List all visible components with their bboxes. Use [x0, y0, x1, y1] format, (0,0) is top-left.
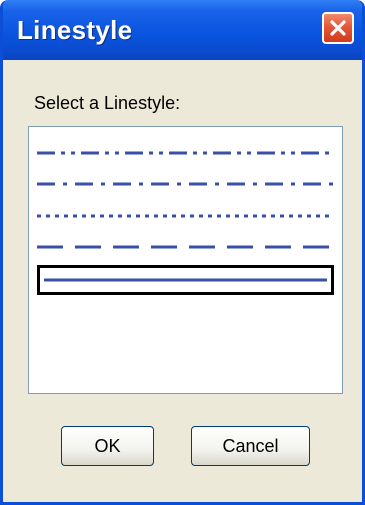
title-bar[interactable]: Linestyle [3, 0, 362, 60]
close-icon [330, 20, 346, 36]
cancel-button[interactable]: Cancel [191, 426, 310, 466]
dash-dot-dot-line [37, 151, 334, 155]
linestyle-list[interactable] [28, 126, 343, 394]
linestyle-option-dashed[interactable] [37, 235, 334, 259]
dash-dot-line [37, 182, 334, 186]
dialog-body: Select a Linestyle: OK Cancel [3, 60, 362, 502]
solid-line [44, 278, 327, 282]
dashed-line [37, 245, 334, 249]
ok-button[interactable]: OK [61, 426, 154, 466]
dotted-line [37, 214, 334, 218]
select-linestyle-label: Select a Linestyle: [34, 93, 181, 113]
linestyle-option-solid[interactable] [37, 265, 334, 295]
dialog-title: Linestyle [17, 15, 133, 45]
linestyle-dialog: Linestyle Select a Linestyle: OK Cancel [0, 0, 365, 505]
linestyle-option-dash-dot[interactable] [37, 172, 334, 196]
linestyle-option-dash-dot-dot[interactable] [37, 141, 334, 165]
close-button[interactable] [322, 12, 354, 44]
linestyle-option-dotted[interactable] [37, 204, 334, 228]
